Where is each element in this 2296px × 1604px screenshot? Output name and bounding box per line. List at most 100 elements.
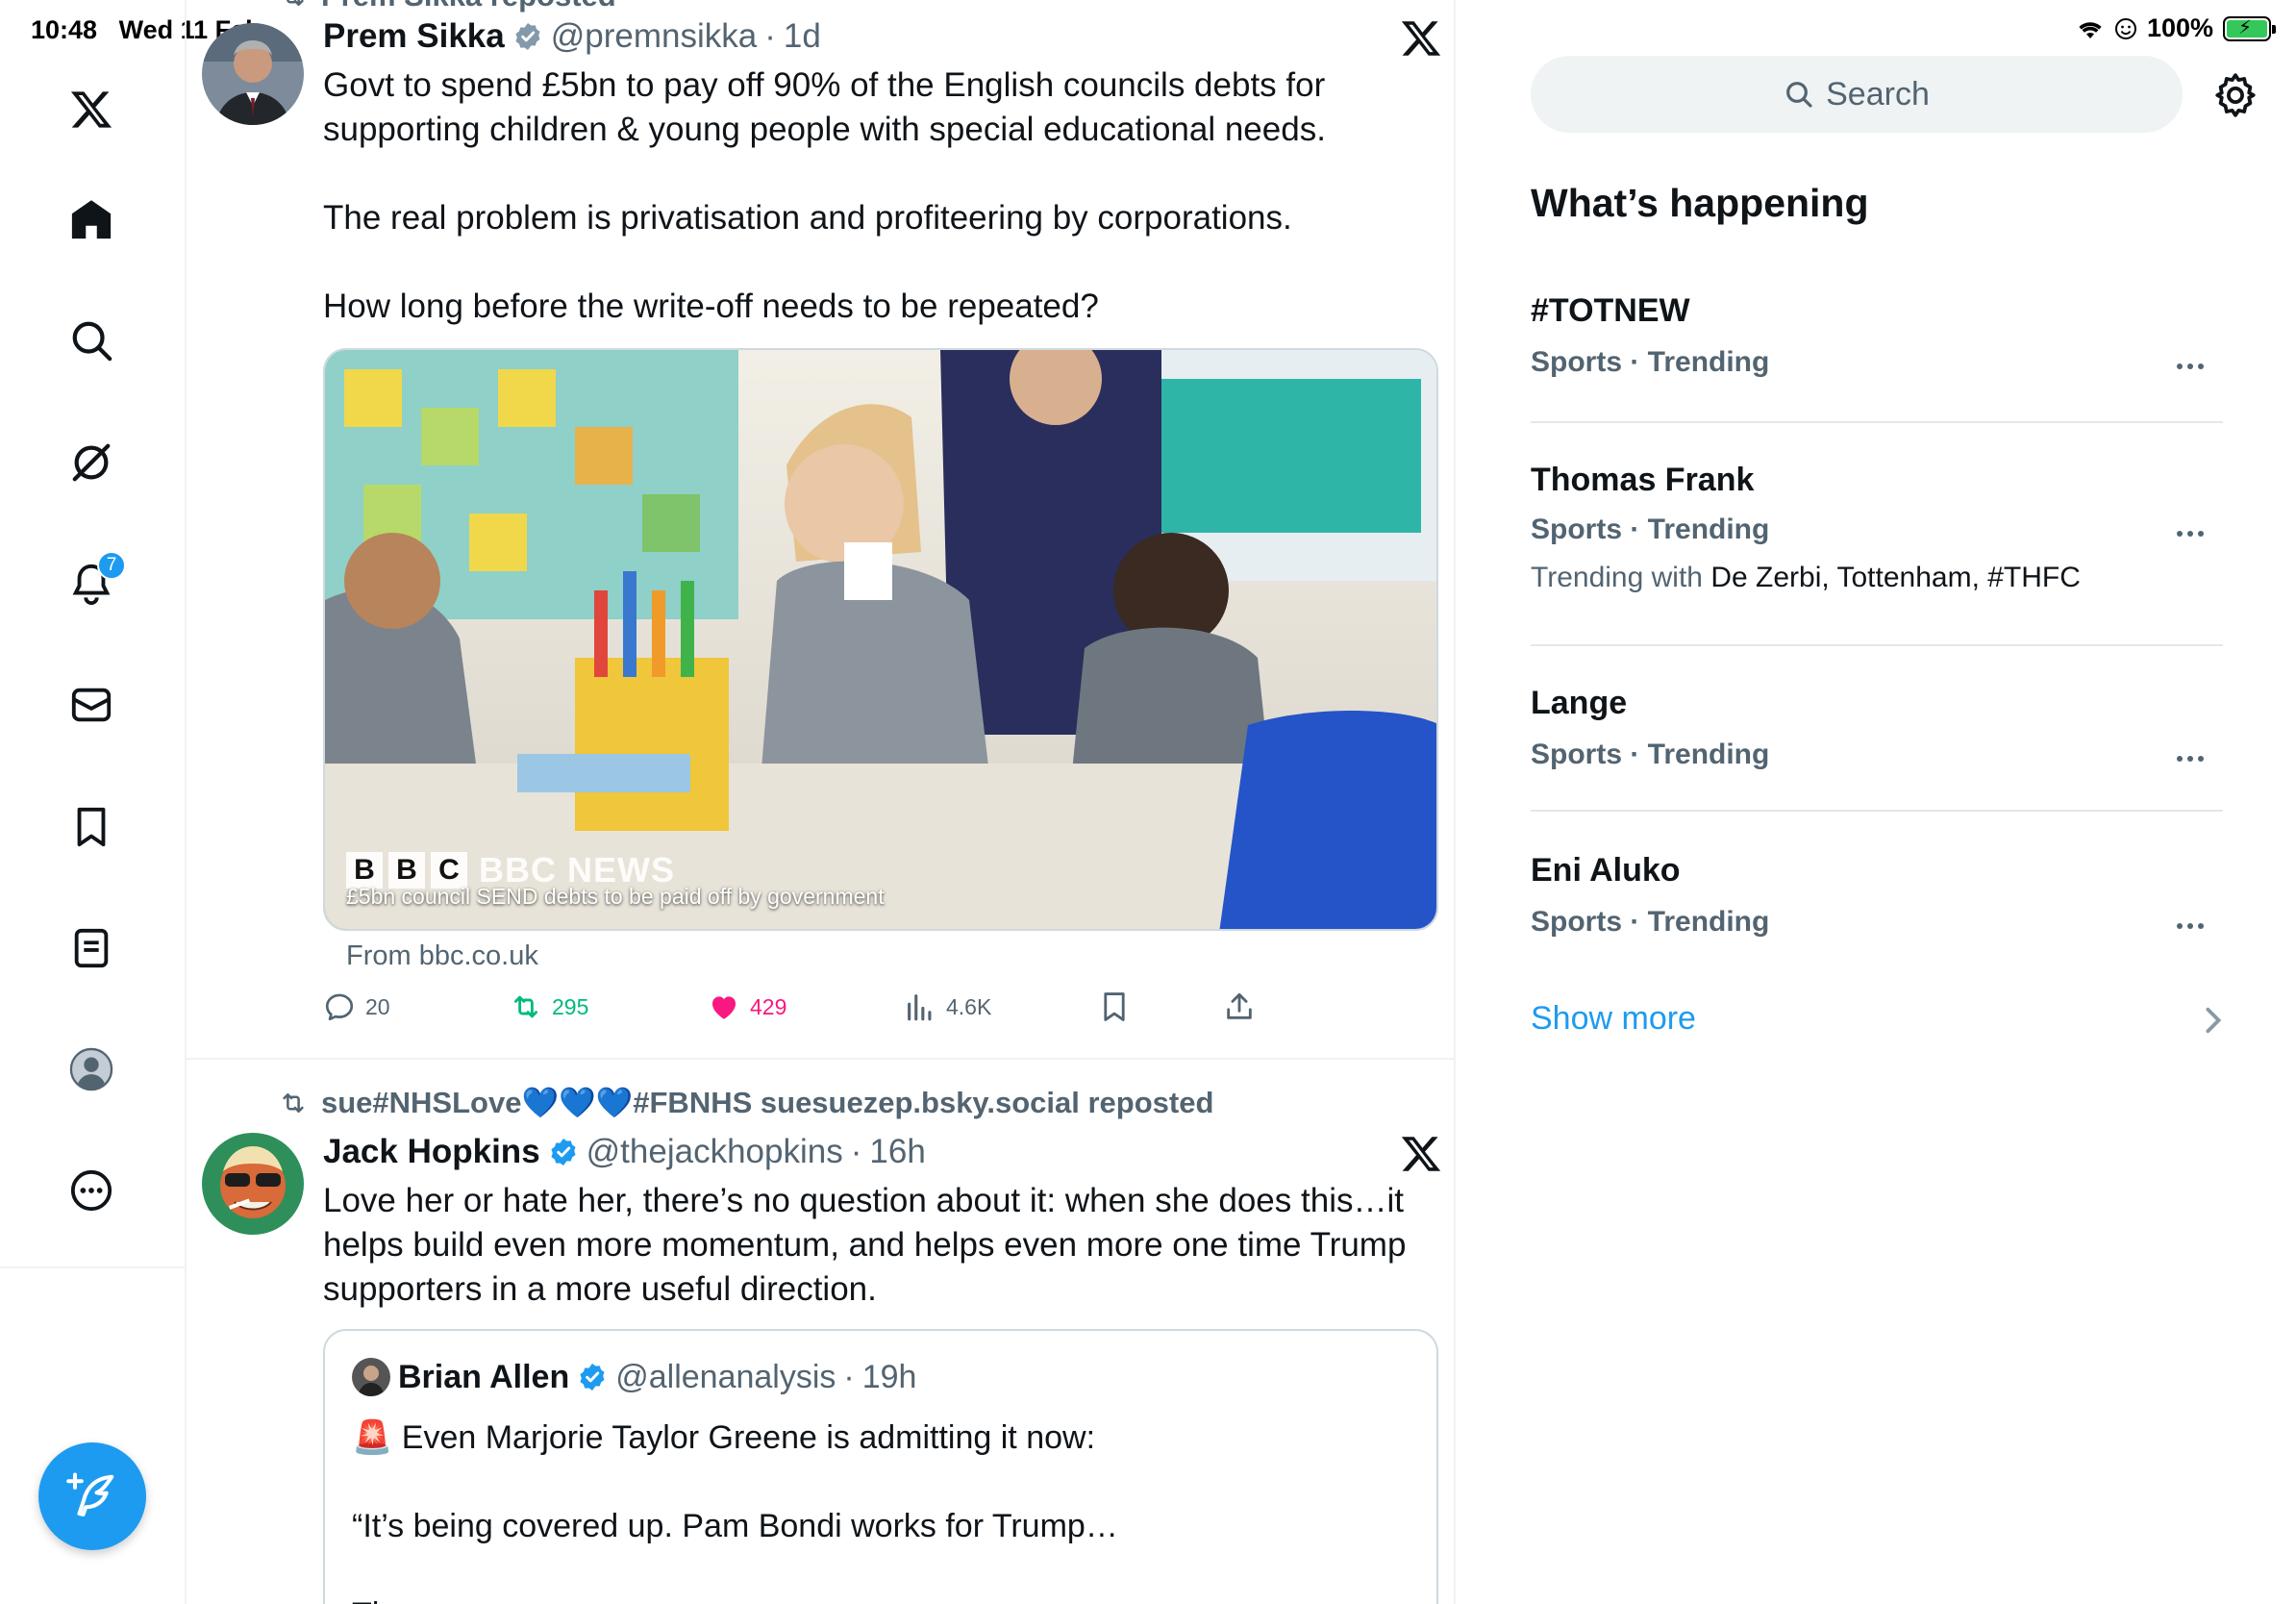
share-icon xyxy=(1227,992,1252,1019)
nav-search[interactable] xyxy=(55,304,128,377)
trend-item[interactable]: Eni Aluko Sports · Trending xyxy=(1531,848,2223,973)
tweet-time[interactable]: 16h xyxy=(869,1133,925,1171)
quoted-author-handle: @allenanalysis xyxy=(615,1358,836,1395)
nav-more[interactable] xyxy=(55,1154,128,1227)
verified-badge-icon xyxy=(580,1364,605,1391)
compose-post-button[interactable] xyxy=(38,1442,146,1550)
repost-context: Prem Sikka reposted xyxy=(279,0,616,13)
x-logo-icon[interactable] xyxy=(1400,1133,1442,1175)
nav-divider xyxy=(0,1266,187,1268)
tweet[interactable]: sue#NHSLove💙💙💙#FBNHS suesuezep.bsky.soci… xyxy=(187,1060,1454,1604)
nav-bookmarks[interactable] xyxy=(55,790,128,864)
bookmark-icon xyxy=(77,807,106,847)
classroom-photo xyxy=(325,350,1436,929)
avatar-photo-icon xyxy=(352,1358,390,1396)
more-circle-icon xyxy=(70,1169,112,1212)
nav-home[interactable] xyxy=(55,183,128,256)
search-icon xyxy=(72,321,112,362)
chevron-right-icon xyxy=(2206,1007,2222,1034)
author-name[interactable]: Prem Sikka xyxy=(323,17,505,56)
nav-messages[interactable] xyxy=(55,668,128,741)
envelope-icon xyxy=(71,688,112,722)
home-timeline: Prem Sikka reposted Prem Sikka @premnsik… xyxy=(187,0,1456,1604)
repost-icon xyxy=(513,995,538,1018)
repost-context-text: Prem Sikka reposted xyxy=(321,0,616,13)
trend-related-label: Trending with xyxy=(1531,562,1703,593)
search-placeholder: Search xyxy=(1826,75,1930,113)
author-handle[interactable]: @thejackhopkins xyxy=(586,1133,843,1171)
reply-button[interactable]: 20 xyxy=(323,990,390,1023)
repost-icon xyxy=(287,0,304,6)
trend-item[interactable]: Thomas Frank Sports · Trending Trending … xyxy=(1531,458,2223,640)
right-sidebar: Search What’s happening #TOTNEW Sports ·… xyxy=(1458,0,2296,1604)
compose-feather-icon xyxy=(66,1472,114,1516)
analytics-icon xyxy=(908,994,932,1021)
link-card-title: £5bn council SEND debts to be paid off b… xyxy=(346,884,885,909)
separator-dot: · xyxy=(843,1358,855,1395)
search-input[interactable]: Search xyxy=(1531,56,2183,133)
x-logo-icon[interactable] xyxy=(1400,17,1442,60)
nav-profile[interactable] xyxy=(55,1033,128,1106)
nav-lists[interactable] xyxy=(55,912,128,985)
link-source[interactable]: From bbc.co.uk xyxy=(346,940,538,972)
nav-grok[interactable] xyxy=(55,426,128,499)
repost-context-text: sue#NHSLove💙💙💙#FBNHS suesuezep.bsky.soci… xyxy=(321,1086,1214,1119)
show-more-link[interactable]: Show more xyxy=(1531,1000,1696,1038)
trend-divider xyxy=(1531,421,2223,423)
trend-more-icon[interactable] xyxy=(2177,362,2209,371)
separator-dot: · xyxy=(850,1133,862,1170)
whats-happening-title: What’s happening xyxy=(1531,181,1869,225)
quoted-tweet-header: Brian Allen @allenanalysis · 19h xyxy=(352,1358,916,1396)
trend-more-icon[interactable] xyxy=(2177,921,2209,931)
x-logo-button[interactable] xyxy=(55,73,128,146)
verified-badge-icon xyxy=(551,1139,576,1165)
bookmark-button[interactable] xyxy=(1098,990,1131,1023)
profile-avatar-icon xyxy=(69,1047,113,1091)
trend-more-icon[interactable] xyxy=(2177,754,2209,764)
tweet-header: Prem Sikka @premnsikka · 1d xyxy=(323,17,821,56)
repost-context: sue#NHSLove💙💙💙#FBNHS suesuezep.bsky.soci… xyxy=(279,1085,1213,1120)
trend-item[interactable]: Lange Sports · Trending xyxy=(1531,681,2223,806)
trend-divider xyxy=(1531,810,2223,812)
quoted-tweet[interactable]: Brian Allen @allenanalysis · 19h 🚨 Even … xyxy=(323,1329,1438,1604)
trend-meta: Sports · Trending xyxy=(1531,906,1770,938)
share-button[interactable] xyxy=(1223,990,1256,1023)
link-card[interactable]: B B C BBC NEWS £5bn council SEND debts to b… xyxy=(323,348,1438,931)
repost-count: 295 xyxy=(552,993,589,1019)
like-count: 429 xyxy=(750,993,787,1019)
separator-dot: · xyxy=(764,17,776,55)
trend-item[interactable]: #TOTNEW Sports · Trending xyxy=(1531,288,2223,419)
heart-filled-icon xyxy=(711,996,736,1019)
notification-badge: 7 xyxy=(97,551,126,580)
repost-icon xyxy=(283,1092,304,1113)
x-logo-icon xyxy=(70,91,112,128)
tweet-actions: 20 295 429 4.6K xyxy=(323,990,1438,1033)
gear-icon[interactable] xyxy=(2211,71,2259,119)
repost-button[interactable]: 295 xyxy=(510,990,588,1023)
trend-meta: Sports · Trending xyxy=(1531,739,1770,770)
trend-name: #TOTNEW xyxy=(1531,292,1690,329)
grok-icon xyxy=(72,443,111,482)
author-name[interactable]: Jack Hopkins xyxy=(323,1133,540,1171)
quoted-author-avatar[interactable] xyxy=(352,1358,390,1396)
trend-related-names: De Zerbi, Tottenham, #THFC xyxy=(1710,562,2081,593)
tweet-author-avatar[interactable] xyxy=(202,1133,304,1235)
bookmark-icon xyxy=(1104,992,1125,1021)
reply-count: 20 xyxy=(365,993,390,1019)
trend-name: Thomas Frank xyxy=(1531,462,1755,498)
trend-divider xyxy=(1531,644,2223,646)
trend-meta: Sports · Trending xyxy=(1531,514,1770,545)
trend-more-icon[interactable] xyxy=(2177,529,2209,539)
author-handle[interactable]: @premnsikka xyxy=(551,17,757,56)
search-icon xyxy=(1786,82,1812,108)
tweet-author-avatar[interactable] xyxy=(202,23,304,125)
nav-notifications[interactable]: 7 xyxy=(55,547,128,620)
views-button[interactable]: 4.6K xyxy=(904,990,991,1023)
quoted-tweet-text: 🚨 Even Marjorie Taylor Greene is admitti… xyxy=(352,1419,1118,1604)
tweet[interactable]: Prem Sikka reposted Prem Sikka @premnsik… xyxy=(187,0,1454,1060)
avatar-illustration-icon xyxy=(202,1133,304,1235)
reply-icon xyxy=(325,993,354,1021)
verified-badge-icon xyxy=(515,23,540,50)
tweet-time[interactable]: 1d xyxy=(784,17,821,56)
like-button[interactable]: 429 xyxy=(708,990,786,1023)
